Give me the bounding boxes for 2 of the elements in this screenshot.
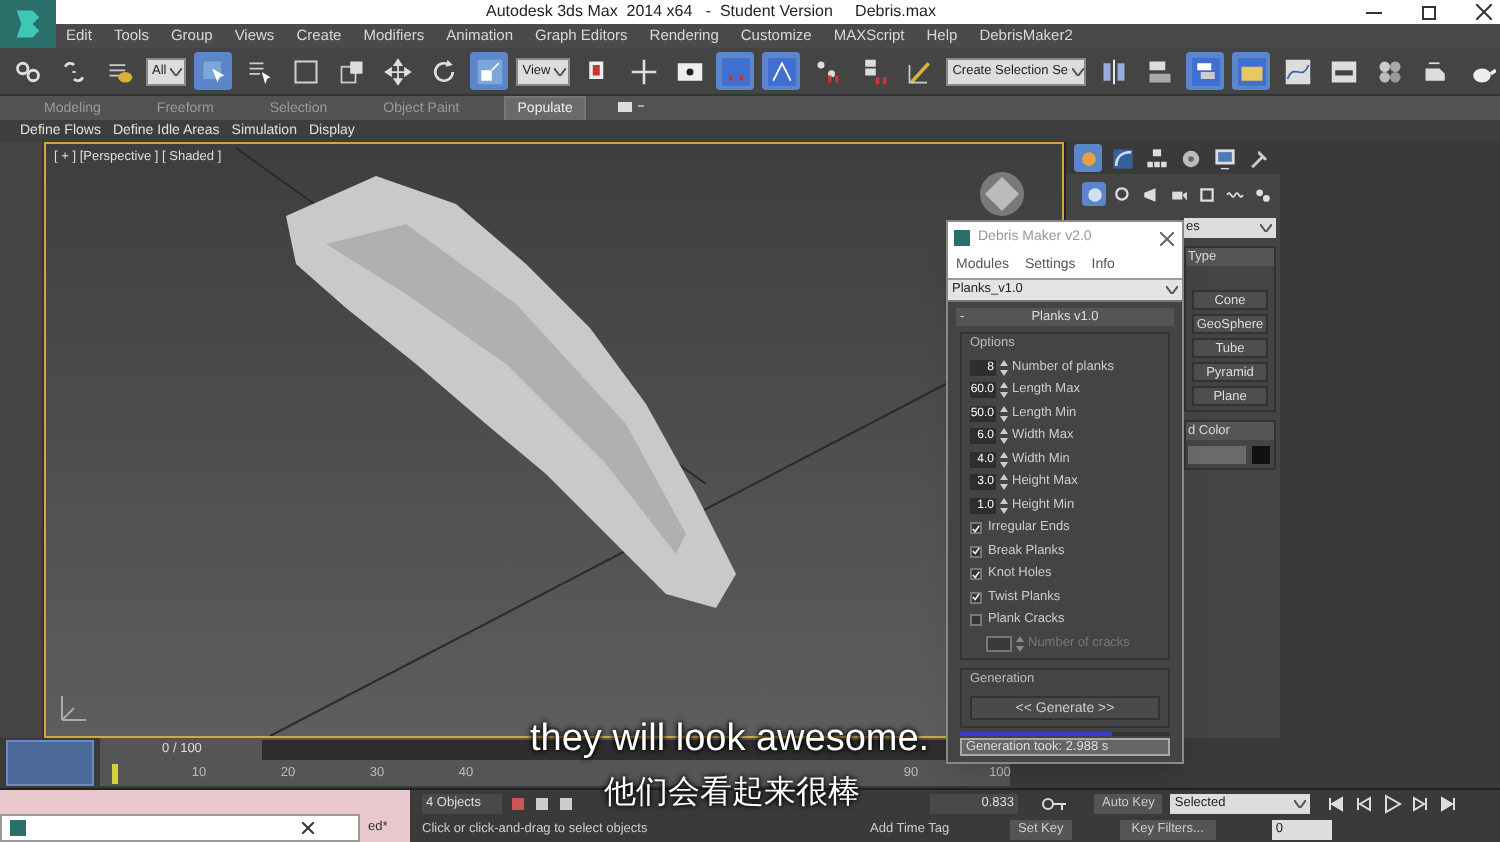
window-title: Autodesk 3ds Max 2014 x64 - Student Version Debris.max bbox=[486, 0, 937, 24]
subtitle-overlay: 他们会看起来很棒 bbox=[604, 772, 860, 812]
